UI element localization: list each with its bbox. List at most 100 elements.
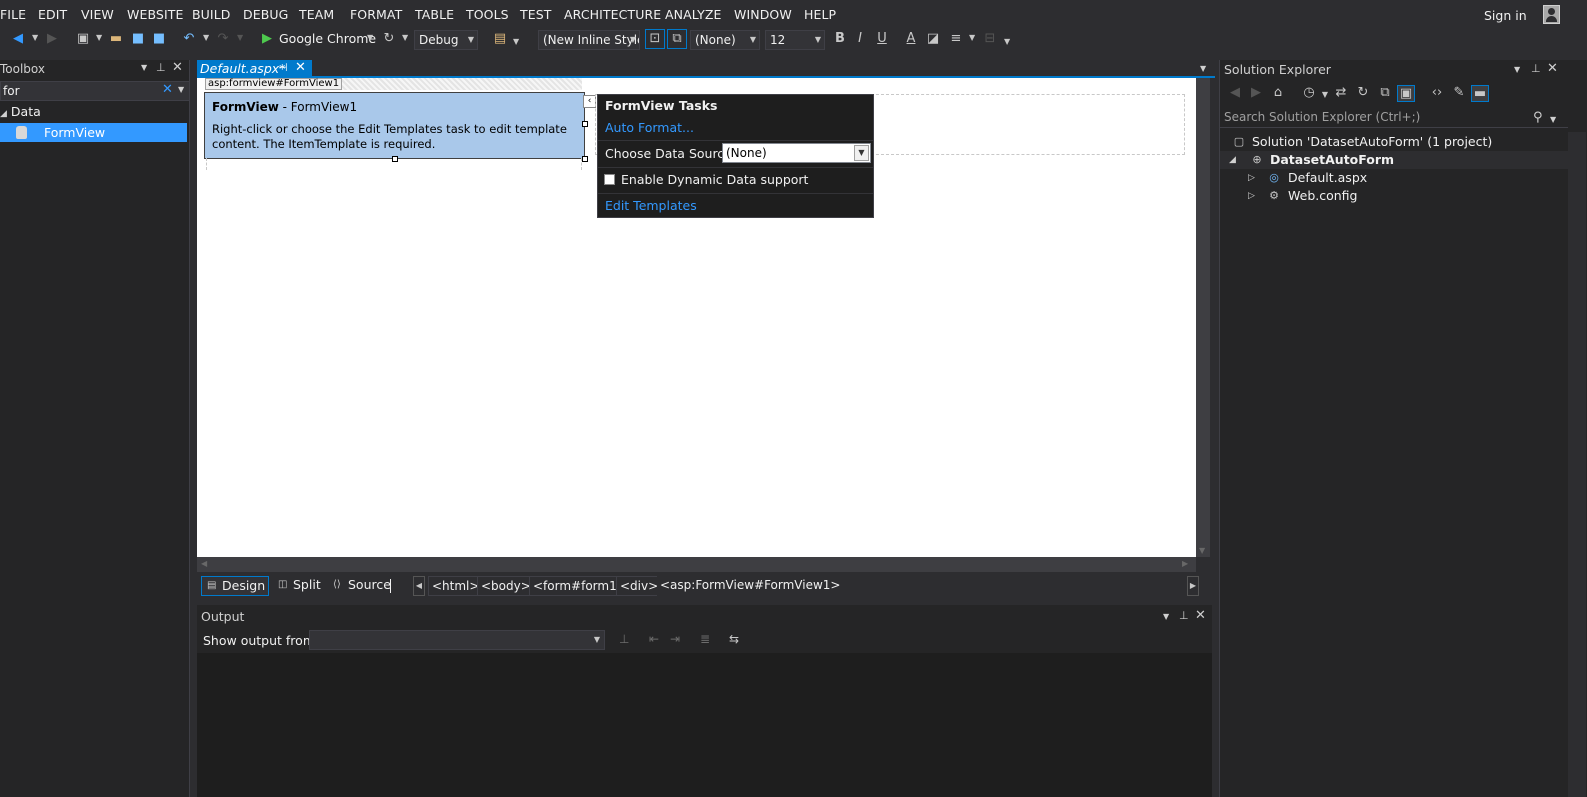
refresh-icon[interactable]: ↻ [1354, 85, 1372, 100]
breadcrumb-next-icon[interactable]: ▶ [1187, 576, 1199, 596]
preview-selected-icon[interactable]: ▬ [1471, 85, 1489, 102]
undo-dropdown-icon[interactable]: ▼ [203, 33, 209, 42]
save-icon[interactable]: ■ [130, 31, 146, 47]
breadcrumb-prev-icon[interactable]: ◀ [413, 576, 425, 596]
sign-in-link[interactable]: Sign in [1484, 8, 1527, 23]
split-view-button[interactable]: ◫ Split [273, 576, 333, 596]
formview-control[interactable]: FormView - FormView1 Right-click or choo… [204, 92, 585, 159]
bold-button[interactable]: B [832, 31, 848, 47]
search-icon[interactable]: ⚲ [1533, 110, 1543, 125]
horizontal-scrollbar[interactable]: ◀ ▶ [197, 557, 1196, 572]
refresh-icon[interactable]: ↻ [381, 31, 397, 47]
menu-table[interactable]: TABLE [415, 7, 454, 22]
previous-message-icon[interactable]: ⇤ [649, 632, 659, 646]
forward-icon[interactable]: ▶ [44, 31, 60, 47]
pin-icon[interactable]: ⊥ [1531, 62, 1541, 75]
menu-edit[interactable]: EDIT [38, 7, 67, 22]
project-node[interactable]: ◢ ⊕ DatasetAutoForm [1220, 151, 1568, 169]
pin-icon[interactable]: ⊥ [1179, 609, 1189, 622]
home-icon[interactable]: ⌂ [1269, 85, 1287, 100]
open-file-icon[interactable]: ▬ [108, 31, 124, 47]
file-node-default-aspx[interactable]: ▷ ◎ Default.aspx [1220, 169, 1568, 187]
close-icon[interactable]: ✕ [295, 60, 306, 75]
bullets-icon[interactable]: ⊟ [982, 31, 998, 47]
tab-list-dropdown-icon[interactable]: ▼ [1200, 64, 1206, 73]
pin-icon[interactable]: ⊣ [278, 61, 288, 74]
menu-format[interactable]: FORMAT [350, 7, 402, 22]
run-target-label[interactable]: Google Chrome [279, 31, 376, 46]
solution-node[interactable]: ▢ Solution 'DatasetAutoForm' (1 project) [1220, 133, 1568, 151]
menu-architecture[interactable]: ARCHITECTURE [564, 7, 661, 22]
clear-search-icon[interactable]: ✕ [162, 82, 173, 97]
find-icon[interactable]: ▤ [492, 31, 508, 47]
resize-handle-corner[interactable] [582, 156, 588, 162]
show-borders-icon[interactable]: ⊡ [645, 29, 665, 49]
pane-menu-icon[interactable]: ▼ [141, 63, 147, 72]
italic-button[interactable]: I [852, 31, 868, 47]
dynamic-data-label[interactable]: Enable Dynamic Data support [621, 172, 808, 187]
menu-debug[interactable]: DEBUG [243, 7, 288, 22]
next-message-icon[interactable]: ⇥ [670, 632, 680, 646]
menu-help[interactable]: HELP [804, 7, 836, 22]
toolbox-item-formview[interactable]: FormView [0, 123, 187, 142]
menu-test[interactable]: TEST [520, 7, 552, 22]
go-to-error-icon[interactable]: ⊥ [619, 632, 629, 646]
back-icon[interactable]: ◀ [1226, 85, 1244, 100]
new-dropdown-icon[interactable]: ▼ [96, 33, 102, 42]
close-icon[interactable]: ✕ [1195, 608, 1206, 623]
toolbox-group-data[interactable]: ◢ Data [0, 104, 41, 119]
data-source-select[interactable]: (None) ▼ [722, 143, 871, 163]
breadcrumb-html[interactable]: <html> [428, 576, 484, 596]
menu-website[interactable]: WEBSITE [127, 7, 183, 22]
solution-search-input[interactable]: Search Solution Explorer (Ctrl+;) [1220, 108, 1568, 128]
output-text-area[interactable] [197, 653, 1212, 797]
search-dropdown-icon[interactable]: ▼ [1550, 115, 1556, 124]
vertical-scrollbar[interactable]: ▼ [1196, 78, 1210, 557]
menu-window[interactable]: WINDOW [734, 7, 792, 22]
source-view-button[interactable]: ⟨⟩ Source [328, 576, 398, 596]
resize-handle-right[interactable] [582, 121, 588, 127]
pane-menu-icon[interactable]: ▼ [1163, 612, 1169, 621]
view-code-icon[interactable]: ‹› [1428, 85, 1446, 100]
collapse-icon[interactable]: ◢ [1229, 151, 1236, 169]
undo-icon[interactable]: ↶ [181, 31, 197, 47]
run-target-dropdown-icon[interactable]: ▼ [367, 33, 373, 42]
close-icon[interactable]: ✕ [172, 60, 183, 75]
toolbar-overflow-icon[interactable]: ▼ [1004, 37, 1010, 46]
user-avatar-icon[interactable] [1543, 5, 1560, 24]
design-view-button[interactable]: ▤ Design [201, 576, 269, 596]
clear-all-icon[interactable]: ≣ [700, 632, 710, 646]
align-dropdown-icon[interactable]: ▼ [969, 33, 975, 42]
vertical-scrollbar[interactable] [1568, 132, 1586, 797]
scroll-right-icon[interactable]: ▶ [1182, 559, 1188, 568]
file-node-web-config[interactable]: ▷ ⚙ Web.config [1220, 187, 1568, 205]
back-color-icon[interactable]: ◪ [925, 31, 941, 47]
expand-icon[interactable]: ▷ [1248, 187, 1255, 205]
breadcrumb-div[interactable]: <div> [616, 576, 663, 596]
expand-icon[interactable]: ▷ [1248, 169, 1255, 187]
save-all-icon[interactable]: ■ [151, 31, 167, 47]
menu-view[interactable]: VIEW [81, 7, 114, 22]
font-size-dropdown[interactable]: 12 ▼ [765, 30, 825, 50]
menu-build[interactable]: BUILD [192, 7, 231, 22]
sync-icon[interactable]: ⇄ [1332, 85, 1350, 100]
style-dropdown[interactable]: (New Inline Style ▼ [538, 30, 640, 50]
pin-icon[interactable]: ⊥ [156, 61, 166, 74]
breadcrumb-formview[interactable]: <asp:FormView#FormView1> [657, 576, 844, 596]
font-name-dropdown[interactable]: (None) ▼ [690, 30, 760, 50]
refresh-dropdown-icon[interactable]: ▼ [402, 33, 408, 42]
start-icon[interactable]: ▶ [259, 31, 275, 47]
properties-icon[interactable]: ✎ [1450, 85, 1468, 100]
search-dropdown-icon[interactable]: ▼ [178, 85, 184, 94]
back-icon[interactable]: ◀ [10, 31, 26, 47]
visual-aids-icon[interactable]: ⧉ [667, 29, 687, 49]
find-dropdown-icon[interactable]: ▼ [513, 37, 519, 46]
auto-format-link[interactable]: Auto Format... [605, 120, 694, 135]
fore-color-button[interactable]: A [903, 31, 919, 47]
redo-dropdown-icon[interactable]: ▼ [237, 33, 243, 42]
forward-icon[interactable]: ▶ [1247, 85, 1265, 100]
scroll-down-icon[interactable]: ▼ [1199, 546, 1205, 555]
output-source-select[interactable]: ▼ [309, 630, 605, 650]
new-project-icon[interactable]: ▣ [75, 31, 91, 47]
scroll-left-icon[interactable]: ◀ [201, 559, 207, 568]
